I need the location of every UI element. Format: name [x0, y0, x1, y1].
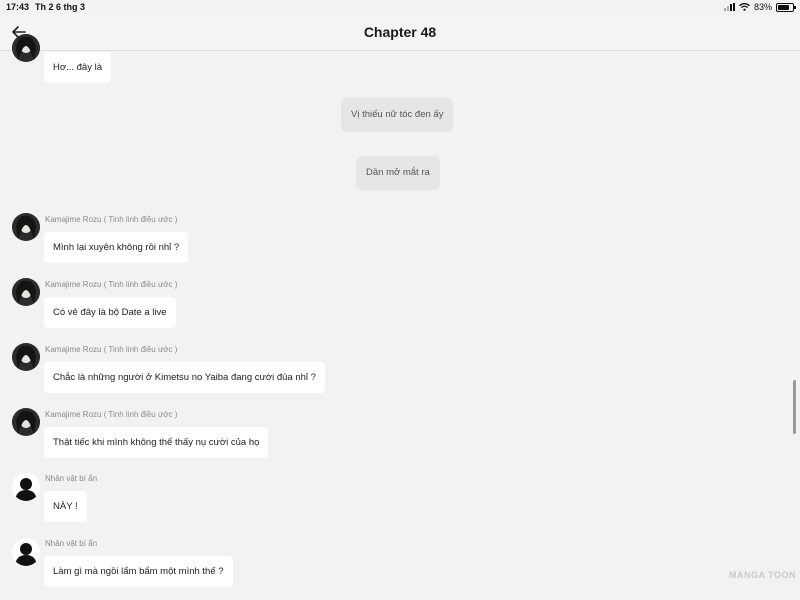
message-bubble: NÀY ! — [44, 491, 87, 522]
narration-bubble: Dần mở mắt ra — [356, 156, 440, 190]
message-bubble: Chắc là những người ở Kimetsu no Yaiba đ… — [44, 362, 325, 393]
narration-bubble: Vị thiếu nữ tóc đen ấy — [341, 98, 454, 132]
message-bubble: Thật tiếc khi mình không thể thấy nụ cườ… — [44, 427, 269, 458]
sender-name: Nhân vật bí ẩn — [45, 474, 98, 483]
avatar — [12, 473, 40, 501]
status-date: Th 2 6 thg 3 — [35, 2, 86, 12]
page-title: Chapter 48 — [363, 24, 437, 40]
avatar — [12, 343, 40, 371]
message-bubble: Mình lại xuyên không rồi nhỉ ? — [44, 232, 189, 263]
avatar — [12, 278, 40, 306]
watermark-logo: MANGA TOON — [729, 570, 796, 580]
status-time: 17:43 — [6, 2, 30, 12]
scrollbar[interactable] — [793, 380, 796, 434]
signal-icon — [723, 3, 735, 11]
sender-name: Kamajime Rozu ( Tinh linh điều ước ) — [45, 345, 178, 354]
battery-percent: 83% — [753, 2, 772, 12]
sender-name: Kamajime Rozu ( Tinh linh điều ước ) — [45, 215, 178, 224]
message-bubble: Có vẻ đây là bộ Date a live — [44, 297, 176, 328]
avatar — [12, 538, 40, 566]
wifi-icon — [739, 3, 750, 11]
header: Chapter 48 — [0, 14, 800, 51]
avatar — [12, 213, 40, 241]
message-bubble: Làm gì mà ngồi lẩm bẩm một mình thế ? — [44, 556, 233, 587]
sender-name: Nhân vật bí ẩn — [45, 539, 98, 548]
sender-name: Kamajime Rozu ( Tinh linh điều ước ) — [45, 280, 178, 289]
sender-name: Kamajime Rozu ( Tinh linh điều ước ) — [45, 410, 178, 419]
battery-icon — [776, 2, 796, 12]
status-bar: 17:43 Th 2 6 thg 3 83% — [0, 0, 800, 14]
avatar — [12, 34, 40, 62]
message-bubble: Hơ... đây là — [44, 52, 111, 83]
avatar — [12, 408, 40, 436]
